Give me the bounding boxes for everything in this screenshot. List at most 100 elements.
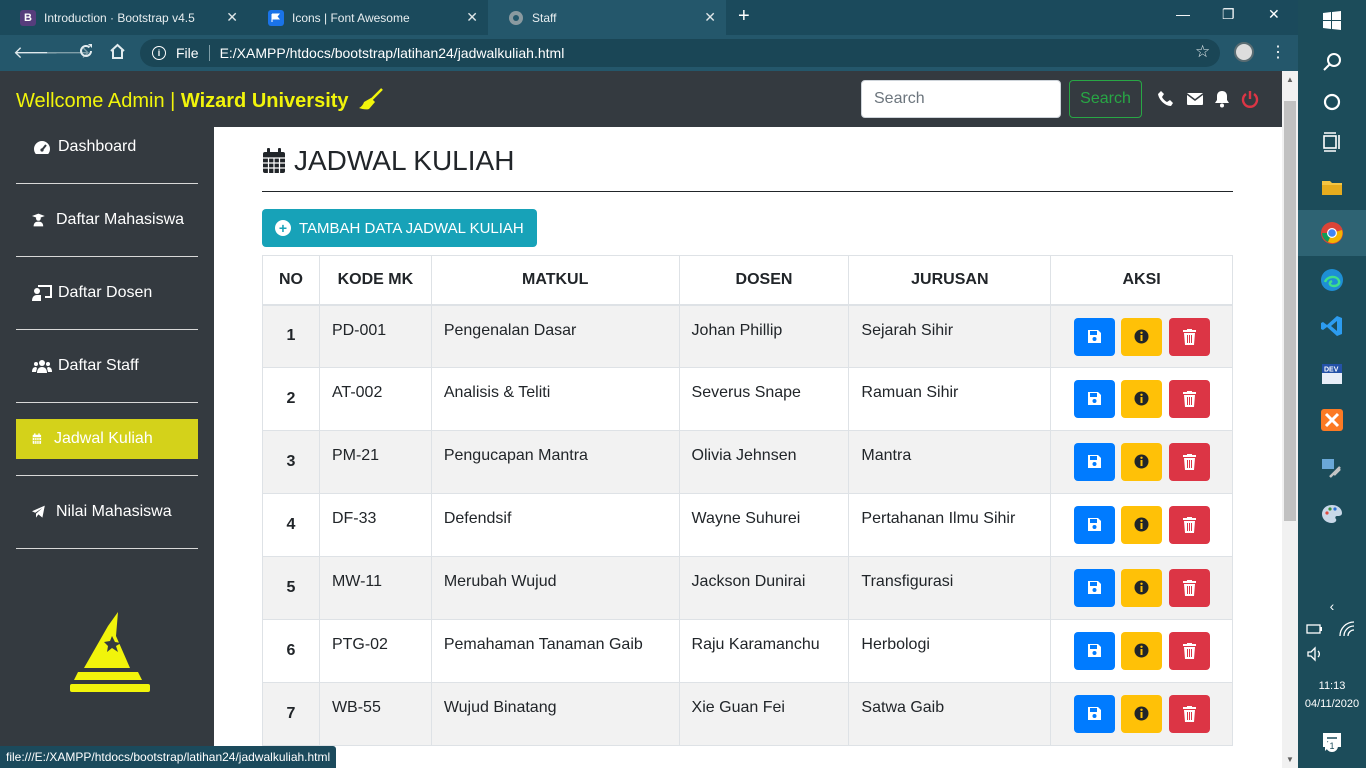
info-button[interactable] — [1121, 317, 1163, 356]
chrome-icon[interactable] — [1320, 221, 1344, 245]
scroll-down-icon[interactable]: ▼ — [1286, 755, 1294, 764]
task-view-icon[interactable] — [1320, 130, 1344, 154]
info-button[interactable] — [1121, 443, 1163, 481]
col-header-no: NO — [262, 255, 320, 306]
windows-start-icon[interactable] — [1320, 8, 1344, 32]
power-icon[interactable] — [1241, 90, 1259, 108]
url-field[interactable]: i File E:/XAMPP/htdocs/bootstrap/latihan… — [140, 39, 1220, 67]
cell-kode-mk: MW-11 — [318, 556, 432, 620]
delete-button[interactable] — [1168, 569, 1210, 607]
info-button[interactable] — [1121, 506, 1163, 544]
table-row: 6 PTG-02 Pemahaman Tanaman Gaib Raju Karama… — [262, 619, 1233, 683]
file-explorer-icon[interactable] — [1320, 175, 1344, 199]
xampp-icon[interactable] — [1320, 408, 1344, 432]
sidebar-item-daftar-mahasiswa[interactable]: Daftar Mahasiswa — [16, 200, 198, 240]
search-button[interactable]: Search — [1069, 80, 1142, 118]
save-button[interactable] — [1073, 695, 1115, 733]
delete-button[interactable] — [1168, 380, 1210, 418]
cell-dosen: Wayne Suhurei — [678, 493, 850, 557]
save-button[interactable] — [1073, 443, 1115, 481]
tab-bootstrap[interactable]: B Introduction · Bootstrap v4.5 ✕ — [0, 0, 248, 35]
close-window-icon[interactable]: ✕ — [1268, 6, 1280, 23]
vscode-icon[interactable] — [1320, 314, 1344, 338]
sidebar-item-dashboard[interactable]: Dashboard — [16, 127, 198, 167]
bookmark-star-icon[interactable]: ☆ — [1195, 42, 1210, 62]
cell-no: 1 — [262, 304, 320, 368]
cell-kode-mk: PD-001 — [318, 304, 432, 368]
home-icon[interactable] — [109, 43, 126, 65]
delete-button[interactable] — [1168, 632, 1210, 670]
delete-button[interactable] — [1168, 695, 1210, 733]
cell-no: 4 — [262, 493, 320, 557]
search-icon[interactable] — [1320, 50, 1344, 74]
sidebar-item-daftar-dosen[interactable]: Daftar Dosen — [16, 273, 198, 313]
top-navbar: Wellcome Admin | Wizard University Searc… — [0, 71, 1282, 127]
sidebar-item-label: Daftar Dosen — [58, 284, 153, 301]
save-button[interactable] — [1073, 569, 1115, 607]
table-row: 7 WB-55 Wujud Binatang Xie Guan Fei Satwa Ga… — [262, 682, 1233, 746]
clock-date[interactable]: 04/11/2020 — [1298, 698, 1366, 710]
cortana-icon[interactable] — [1320, 90, 1344, 114]
save-button[interactable] — [1073, 317, 1115, 356]
cell-dosen: Raju Karamanchu — [678, 619, 850, 683]
delete-button[interactable] — [1168, 506, 1210, 544]
col-header-aksi: AKSI — [1050, 255, 1233, 306]
wifi-icon[interactable] — [1338, 620, 1356, 638]
close-tab-icon[interactable]: ✕ — [466, 9, 478, 26]
info-button[interactable] — [1121, 569, 1163, 607]
minimize-icon[interactable]: — — [1176, 6, 1190, 22]
add-schedule-button[interactable]: + TAMBAH DATA JADWAL KULIAH — [262, 209, 537, 247]
save-button[interactable] — [1073, 632, 1115, 670]
cell-matkul: Wujud Binatang — [430, 682, 680, 746]
battery-icon[interactable] — [1306, 620, 1324, 638]
navbar-brand[interactable]: Wellcome Admin | Wizard University — [16, 88, 384, 113]
reload-icon[interactable] — [78, 43, 94, 64]
scrollbar-thumb[interactable] — [1284, 101, 1296, 521]
clock-time[interactable]: 11:13 — [1298, 680, 1366, 692]
edge-icon[interactable] — [1320, 268, 1344, 292]
sidebar-item-jadwal-kuliah[interactable]: Jadwal Kuliah — [16, 419, 198, 459]
save-button[interactable] — [1073, 506, 1115, 544]
sidebar-item-daftar-staff[interactable]: Daftar Staff — [16, 346, 198, 386]
close-tab-icon[interactable]: ✕ — [226, 9, 238, 26]
menu-kebab-icon[interactable]: ⋮ — [1270, 42, 1286, 62]
search-input[interactable] — [861, 80, 1061, 118]
close-tab-icon[interactable]: ✕ — [704, 9, 716, 26]
sidebar-item-label: Jadwal Kuliah — [54, 430, 153, 447]
paint-icon[interactable] — [1320, 502, 1344, 526]
scroll-up-icon[interactable]: ▲ — [1286, 75, 1294, 84]
chevron-left-icon[interactable]: ‹ — [1298, 598, 1366, 614]
cell-aksi — [1050, 367, 1233, 431]
maximize-icon[interactable]: ❐ — [1222, 6, 1235, 23]
delete-button[interactable] — [1168, 443, 1210, 481]
info-button[interactable] — [1121, 632, 1163, 670]
delete-button[interactable] — [1168, 317, 1210, 356]
main-content: JADWAL KULIAH + TAMBAH DATA JADWAL KULIA… — [214, 127, 1282, 768]
info-button[interactable] — [1121, 695, 1163, 733]
sidebar-item-label: Nilai Mahasiswa — [56, 503, 172, 520]
sidebar-divider — [16, 475, 198, 476]
tab-staff[interactable]: Staff ✕ — [488, 0, 726, 35]
devcpp-icon[interactable]: DEV — [1320, 362, 1344, 386]
envelope-icon[interactable] — [1186, 90, 1204, 108]
cell-dosen: Severus Snape — [678, 367, 850, 431]
profile-avatar[interactable] — [1234, 42, 1254, 62]
save-button[interactable] — [1073, 380, 1115, 418]
globe-favicon-icon — [508, 10, 524, 26]
volume-icon[interactable] — [1306, 645, 1324, 663]
info-button[interactable] — [1121, 380, 1163, 418]
sidebar-item-nilai-mahasiswa[interactable]: Nilai Mahasiswa — [16, 492, 198, 532]
new-tab-icon[interactable]: + — [738, 5, 750, 28]
phone-icon[interactable] — [1157, 90, 1175, 108]
cell-no: 3 — [262, 430, 320, 494]
info-icon[interactable]: i — [152, 46, 166, 60]
cell-jurusan: Mantra — [848, 430, 1052, 494]
cell-jurusan: Sejarah Sihir — [848, 304, 1052, 368]
vertical-scrollbar[interactable]: ▲ ▼ — [1282, 71, 1298, 768]
tools-icon[interactable] — [1320, 455, 1344, 479]
cell-matkul: Pemahaman Tanaman Gaib — [430, 619, 680, 683]
bell-icon[interactable] — [1213, 90, 1231, 108]
tab-font-awesome[interactable]: Icons | Font Awesome ✕ — [248, 0, 488, 35]
page-title-text: JADWAL KULIAH — [294, 145, 515, 176]
table-header-row: NO KODE MK MATKUL DOSEN JURUSAN AKSI — [262, 255, 1233, 306]
